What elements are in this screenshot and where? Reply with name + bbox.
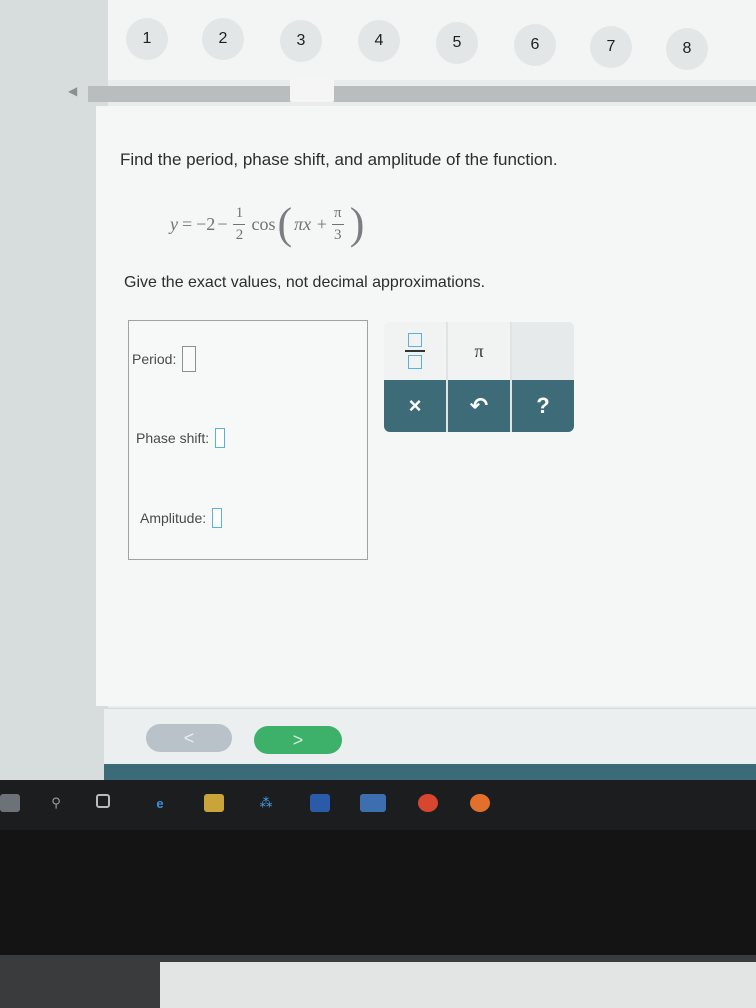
function-equation: y = −2 − 1 2 cos ( πx + π 3 ): [170, 194, 366, 254]
coefficient-denominator: 2: [235, 226, 244, 243]
period-input[interactable]: [182, 346, 197, 372]
left-gutter: [0, 0, 108, 780]
phase-shift-input[interactable]: [215, 428, 226, 448]
clear-button[interactable]: ×: [384, 380, 446, 432]
chrome-icon[interactable]: [418, 794, 438, 812]
help-button[interactable]: ?: [512, 380, 574, 432]
word-icon[interactable]: [310, 794, 330, 812]
shift-numerator: π: [333, 205, 342, 221]
equation-equals: =: [182, 213, 193, 234]
right-paren: ): [349, 199, 365, 248]
period-row: Period:: [132, 346, 197, 372]
file-explorer-icon[interactable]: [204, 794, 224, 812]
previous-button[interactable]: <: [146, 724, 232, 752]
fraction-bar: [331, 223, 344, 225]
question-number-8[interactable]: 8: [666, 28, 708, 70]
question-number-7[interactable]: 7: [590, 26, 632, 68]
edge-browser-icon[interactable]: e: [150, 794, 170, 812]
amplitude-input[interactable]: [212, 508, 223, 528]
equation-function: cos: [251, 213, 276, 234]
shift-fraction: π 3: [331, 205, 344, 243]
equation-minus: −: [217, 213, 228, 234]
question-number-5[interactable]: 5: [436, 22, 478, 64]
current-question-indicator: [290, 78, 334, 102]
question-number-4[interactable]: 4: [358, 20, 400, 62]
question-number-3[interactable]: 3: [280, 20, 322, 62]
left-paren: (: [277, 199, 293, 248]
coefficient-numerator: 1: [235, 205, 244, 221]
phase-shift-row: Phase shift:: [136, 428, 226, 448]
firefox-icon[interactable]: [470, 794, 490, 812]
instructions-text: Give the exact values, not decimal appro…: [124, 274, 486, 291]
screen-bottom-edge: [104, 764, 756, 780]
amplitude-row: Amplitude:: [140, 508, 223, 528]
next-button[interactable]: >: [254, 726, 342, 754]
fraction-icon: [405, 333, 425, 369]
progress-track: [88, 86, 756, 102]
fraction-key[interactable]: [384, 322, 446, 380]
math-keypad: π × ↶ ?: [384, 322, 574, 432]
windows-start-icon[interactable]: [0, 794, 20, 812]
question-number-2[interactable]: 2: [202, 18, 244, 60]
coefficient-fraction: 1 2: [233, 205, 246, 243]
question-number-1[interactable]: 1: [126, 18, 168, 60]
equation-inner: πx +: [294, 213, 328, 234]
back-arrow-icon[interactable]: ◀: [68, 84, 77, 98]
network-app-icon[interactable]: ⁂: [256, 794, 276, 812]
task-view-icon[interactable]: [96, 794, 110, 808]
question-number-6[interactable]: 6: [514, 24, 556, 66]
undo-button[interactable]: ↶: [448, 380, 510, 432]
shift-denominator: 3: [334, 226, 342, 243]
fraction-bar: [233, 223, 246, 225]
outlook-icon[interactable]: [360, 794, 386, 812]
period-label: Period:: [132, 351, 177, 367]
search-icon[interactable]: ⚲: [46, 794, 66, 812]
question-prompt: Find the period, phase shift, and amplit…: [120, 150, 558, 169]
phase-shift-label: Phase shift:: [136, 430, 210, 446]
equation-constant: −2: [196, 213, 216, 234]
pi-key[interactable]: π: [448, 322, 510, 380]
equation-lhs: y: [170, 213, 178, 234]
amplitude-label: Amplitude:: [140, 510, 207, 526]
empty-key: [512, 322, 574, 380]
laptop-edge: [160, 962, 756, 1008]
